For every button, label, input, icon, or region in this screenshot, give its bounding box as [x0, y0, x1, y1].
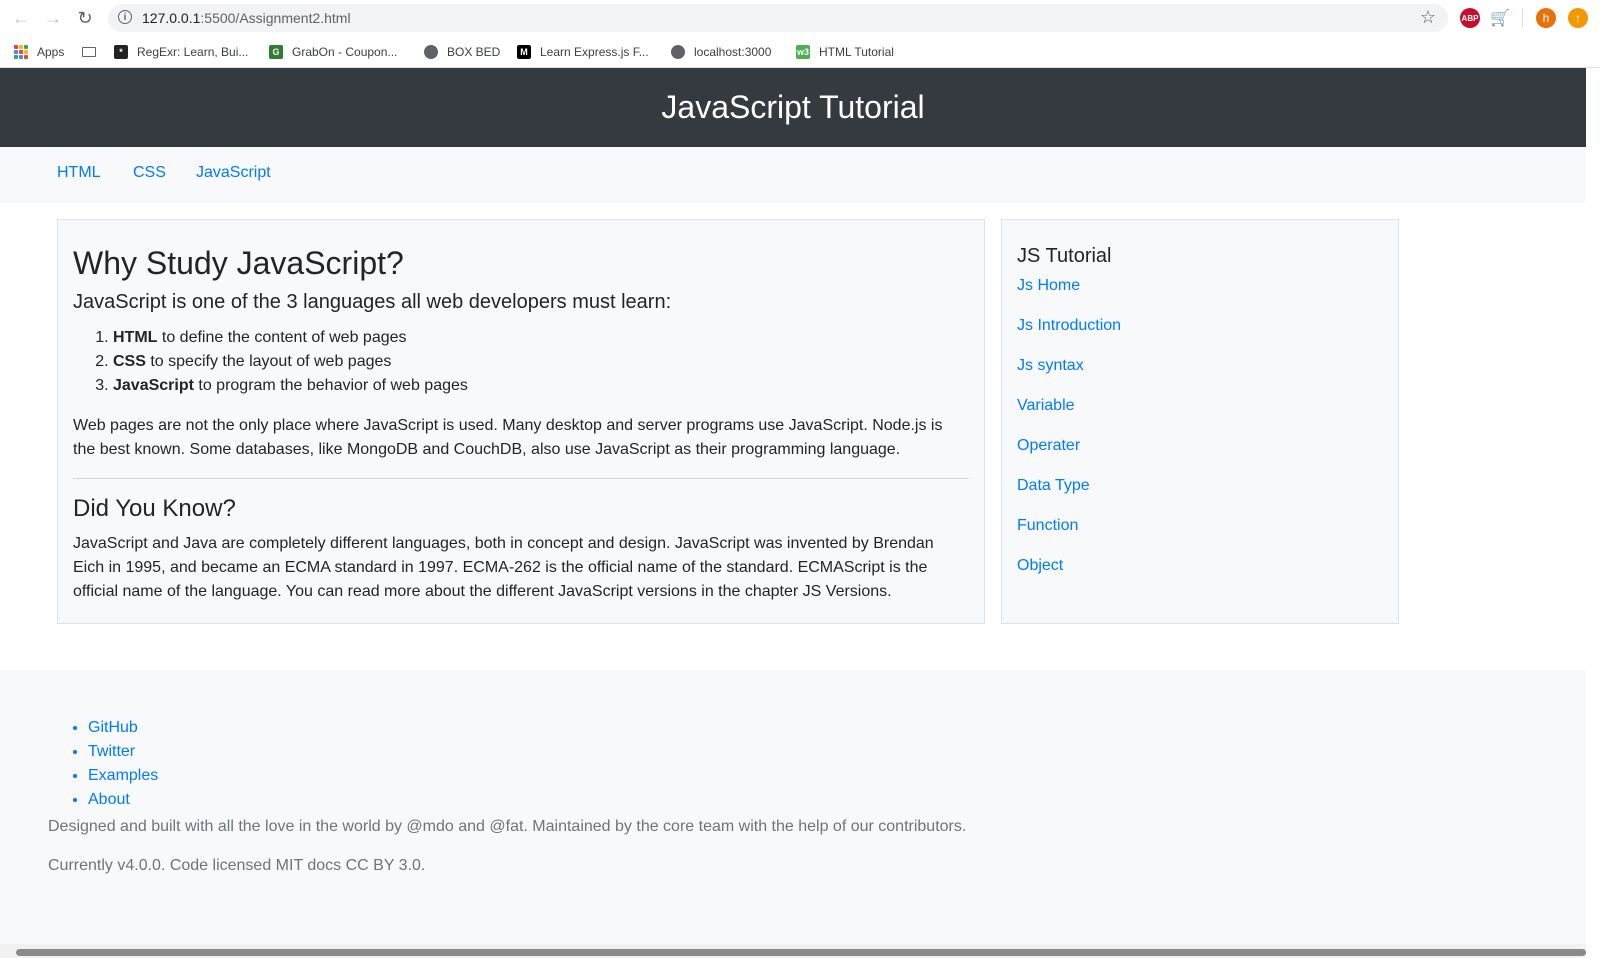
main-subheading: JavaScript is one of the 3 languages all…	[73, 291, 672, 314]
browser-toolbar: ← → ↻ i 127.0.0.1:5500/Assignment2.html …	[0, 0, 1600, 36]
bookmark-label: Learn Express.js F...	[540, 45, 649, 59]
profile-avatar[interactable]: h	[1536, 8, 1556, 28]
toolbar-divider	[1522, 9, 1523, 27]
footer-credit: Designed and built with all the love in …	[48, 818, 967, 835]
list-item: CSS to specify the layout of web pages	[113, 350, 969, 374]
url-path: :5500/Assignment2.html	[200, 10, 351, 26]
footer-item: GitHub	[88, 716, 158, 740]
list-item-text: to define the content of web pages	[157, 329, 407, 347]
page-viewport: JavaScript Tutorial HTML CSS JavaScript …	[0, 68, 1586, 958]
intro-paragraph: Web pages are not the only place where J…	[73, 417, 943, 459]
nav-link-html[interactable]: HTML	[57, 164, 101, 182]
sidebar-link-js-syntax[interactable]: Js syntax	[1017, 357, 1084, 374]
reload-icon[interactable]: ↻	[74, 7, 96, 29]
bookmark-html-tutorial[interactable]: w3 HTML Tutorial	[796, 44, 894, 60]
list-item-bold: HTML	[113, 329, 158, 347]
list-item-text: to specify the layout of web pages	[145, 353, 392, 371]
bookmark-regexr[interactable]: * RegExr: Learn, Bui...	[114, 44, 248, 60]
back-arrow-icon[interactable]: ←	[10, 7, 32, 29]
sidebar-link-function[interactable]: Function	[1017, 517, 1078, 534]
bookmark-apps[interactable]: Apps	[14, 44, 64, 60]
sidebar-item: Js Home	[1017, 274, 1383, 314]
top-navigation: HTML CSS JavaScript	[0, 147, 1586, 203]
bookmark-label: BOX BED	[447, 45, 501, 59]
nav-link-css[interactable]: CSS	[133, 164, 166, 182]
vertical-scrollbar[interactable]	[1586, 68, 1600, 958]
section-divider	[73, 478, 969, 480]
list-item-bold: CSS	[113, 353, 146, 371]
bookmark-label: localhost:3000	[694, 45, 772, 59]
footer-item: Twitter	[88, 740, 158, 764]
bookmark-label: HTML Tutorial	[819, 45, 894, 59]
languages-list: HTML to define the content of web pages …	[73, 326, 969, 398]
bookmark-star-icon[interactable]: ☆	[1420, 7, 1436, 28]
site-title: JavaScript Tutorial	[661, 89, 925, 125]
sidebar-title: JS Tutorial	[1017, 245, 1112, 267]
update-icon[interactable]: ↑	[1568, 8, 1588, 28]
bookmark-localhost[interactable]: localhost:3000	[671, 44, 771, 60]
did-you-know-heading: Did You Know?	[73, 495, 236, 523]
sidebar-item: Operater	[1017, 434, 1383, 474]
bookmark-box-bed[interactable]: BOX BED	[424, 44, 500, 60]
bookmarks-bar: Apps * RegExr: Learn, Bui... G GrabOn - …	[0, 36, 1600, 68]
sidebar-link-data-type[interactable]: Data Type	[1017, 477, 1090, 494]
forward-arrow-icon[interactable]: →	[42, 7, 64, 29]
footer-links: GitHub Twitter Examples About	[48, 716, 158, 812]
w3schools-icon: w3	[796, 45, 810, 59]
medium-icon: M	[517, 45, 531, 59]
cart-extension-icon[interactable]: 🛒	[1490, 8, 1510, 28]
bookmark-label: RegExr: Learn, Bui...	[137, 45, 249, 59]
sidebar-card: JS Tutorial Js Home Js Introduction Js s…	[1001, 219, 1399, 624]
bookmark-label: GrabOn - Coupon...	[292, 45, 398, 59]
list-item: JavaScript to program the behavior of we…	[113, 374, 969, 398]
footer-link-about[interactable]: About	[88, 791, 130, 808]
footer-link-twitter[interactable]: Twitter	[88, 743, 135, 760]
did-you-know-paragraph: JavaScript and Java are completely diffe…	[73, 535, 934, 601]
address-bar[interactable]: i 127.0.0.1:5500/Assignment2.html ☆	[108, 4, 1448, 32]
scrollbar-thumb[interactable]	[16, 949, 1586, 956]
info-icon[interactable]: i	[118, 10, 132, 24]
sidebar-item: Data Type	[1017, 474, 1383, 514]
folder-icon	[82, 47, 96, 57]
sidebar-item: Js Introduction	[1017, 314, 1383, 354]
sidebar-item: Js syntax	[1017, 354, 1383, 394]
grabon-icon: G	[269, 45, 283, 59]
sidebar-link-js-home[interactable]: Js Home	[1017, 277, 1080, 294]
sidebar-link-variable[interactable]: Variable	[1017, 397, 1075, 414]
horizontal-scrollbar[interactable]	[0, 944, 1586, 958]
site-footer: GitHub Twitter Examples About Designed a…	[0, 670, 1586, 958]
list-item: HTML to define the content of web pages	[113, 326, 969, 350]
globe-icon	[424, 45, 438, 59]
adblock-icon[interactable]: ABP	[1460, 8, 1480, 28]
sidebar-item: Variable	[1017, 394, 1383, 434]
bookmark-folder[interactable]	[82, 44, 105, 60]
footer-link-examples[interactable]: Examples	[88, 767, 158, 784]
main-heading: Why Study JavaScript?	[73, 245, 404, 281]
sidebar-link-js-introduction[interactable]: Js Introduction	[1017, 317, 1121, 334]
footer-item: About	[88, 788, 158, 812]
bookmark-express[interactable]: M Learn Express.js F...	[517, 44, 649, 60]
sidebar-link-operater[interactable]: Operater	[1017, 437, 1080, 454]
regexr-icon: *	[114, 45, 128, 59]
nav-link-javascript[interactable]: JavaScript	[196, 164, 271, 182]
footer-item: Examples	[88, 764, 158, 788]
main-content-card: Why Study JavaScript? JavaScript is one …	[57, 219, 985, 624]
bookmark-label: Apps	[37, 45, 65, 59]
footer-link-github[interactable]: GitHub	[88, 719, 138, 736]
list-item-text: to program the behavior of web pages	[193, 377, 468, 395]
url-host: 127.0.0.1	[142, 10, 201, 26]
footer-license: Currently v4.0.0. Code licensed MIT docs…	[48, 857, 426, 874]
sidebar-link-object[interactable]: Object	[1017, 557, 1063, 574]
sidebar-item: Object	[1017, 554, 1383, 594]
url-text[interactable]: 127.0.0.1:5500/Assignment2.html	[142, 10, 351, 26]
site-header: JavaScript Tutorial	[0, 68, 1586, 147]
apps-grid-icon	[14, 45, 28, 59]
list-item-bold: JavaScript	[113, 377, 194, 395]
globe-icon	[671, 45, 685, 59]
sidebar-links: Js Home Js Introduction Js syntax Variab…	[1017, 274, 1383, 594]
sidebar-item: Function	[1017, 514, 1383, 554]
bookmark-grabon[interactable]: G GrabOn - Coupon...	[269, 44, 397, 60]
